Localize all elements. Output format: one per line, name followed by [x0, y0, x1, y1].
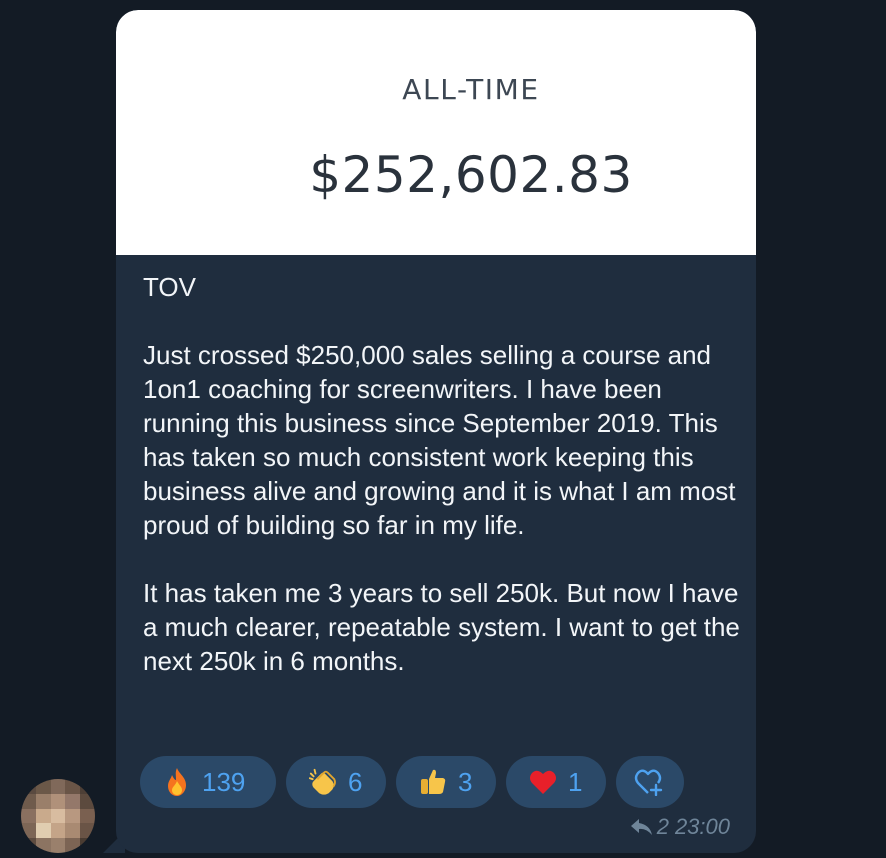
reaction-fire[interactable]: 139 — [140, 756, 276, 808]
reply-count[interactable]: 2 — [657, 814, 669, 840]
message-time: 23:00 — [674, 814, 730, 839]
all-time-amount: $252,602.83 — [309, 146, 633, 204]
thumbs-up-icon — [418, 767, 448, 797]
reaction-clap-count: 6 — [348, 766, 363, 797]
clapping-hands-icon — [308, 767, 338, 797]
message-title: TOV — [143, 272, 196, 302]
all-time-label: ALL-TIME — [402, 73, 540, 106]
reaction-clap[interactable]: 6 — [286, 756, 386, 808]
message-meta: 2 23:00 — [629, 814, 730, 840]
reaction-fire-count: 139 — [202, 766, 246, 797]
heart-plus-icon — [634, 767, 664, 797]
add-reaction-button[interactable] — [616, 756, 684, 808]
reaction-heart[interactable]: 1 — [506, 756, 606, 808]
reply-icon[interactable] — [629, 817, 653, 837]
message-text: TOV Just crossed $250,000 sales selling … — [143, 270, 743, 678]
reaction-thumbs-up[interactable]: 3 — [396, 756, 496, 808]
reactions-bar: 139 6 3 1 — [140, 756, 684, 808]
reaction-thumbs-up-count: 3 — [458, 766, 473, 797]
avatar[interactable] — [21, 779, 95, 853]
red-heart-icon — [528, 767, 558, 797]
message-paragraph-2: It has taken me 3 years to sell 250k. Bu… — [143, 578, 740, 676]
sales-screenshot-image[interactable]: ALL-TIME $252,602.83 — [116, 10, 756, 255]
message-paragraph-1: Just crossed $250,000 sales selling a co… — [143, 340, 736, 540]
reaction-heart-count: 1 — [568, 766, 583, 797]
fire-icon — [162, 767, 192, 797]
message-bubble[interactable]: ALL-TIME $252,602.83 TOV Just crossed $2… — [116, 10, 756, 853]
